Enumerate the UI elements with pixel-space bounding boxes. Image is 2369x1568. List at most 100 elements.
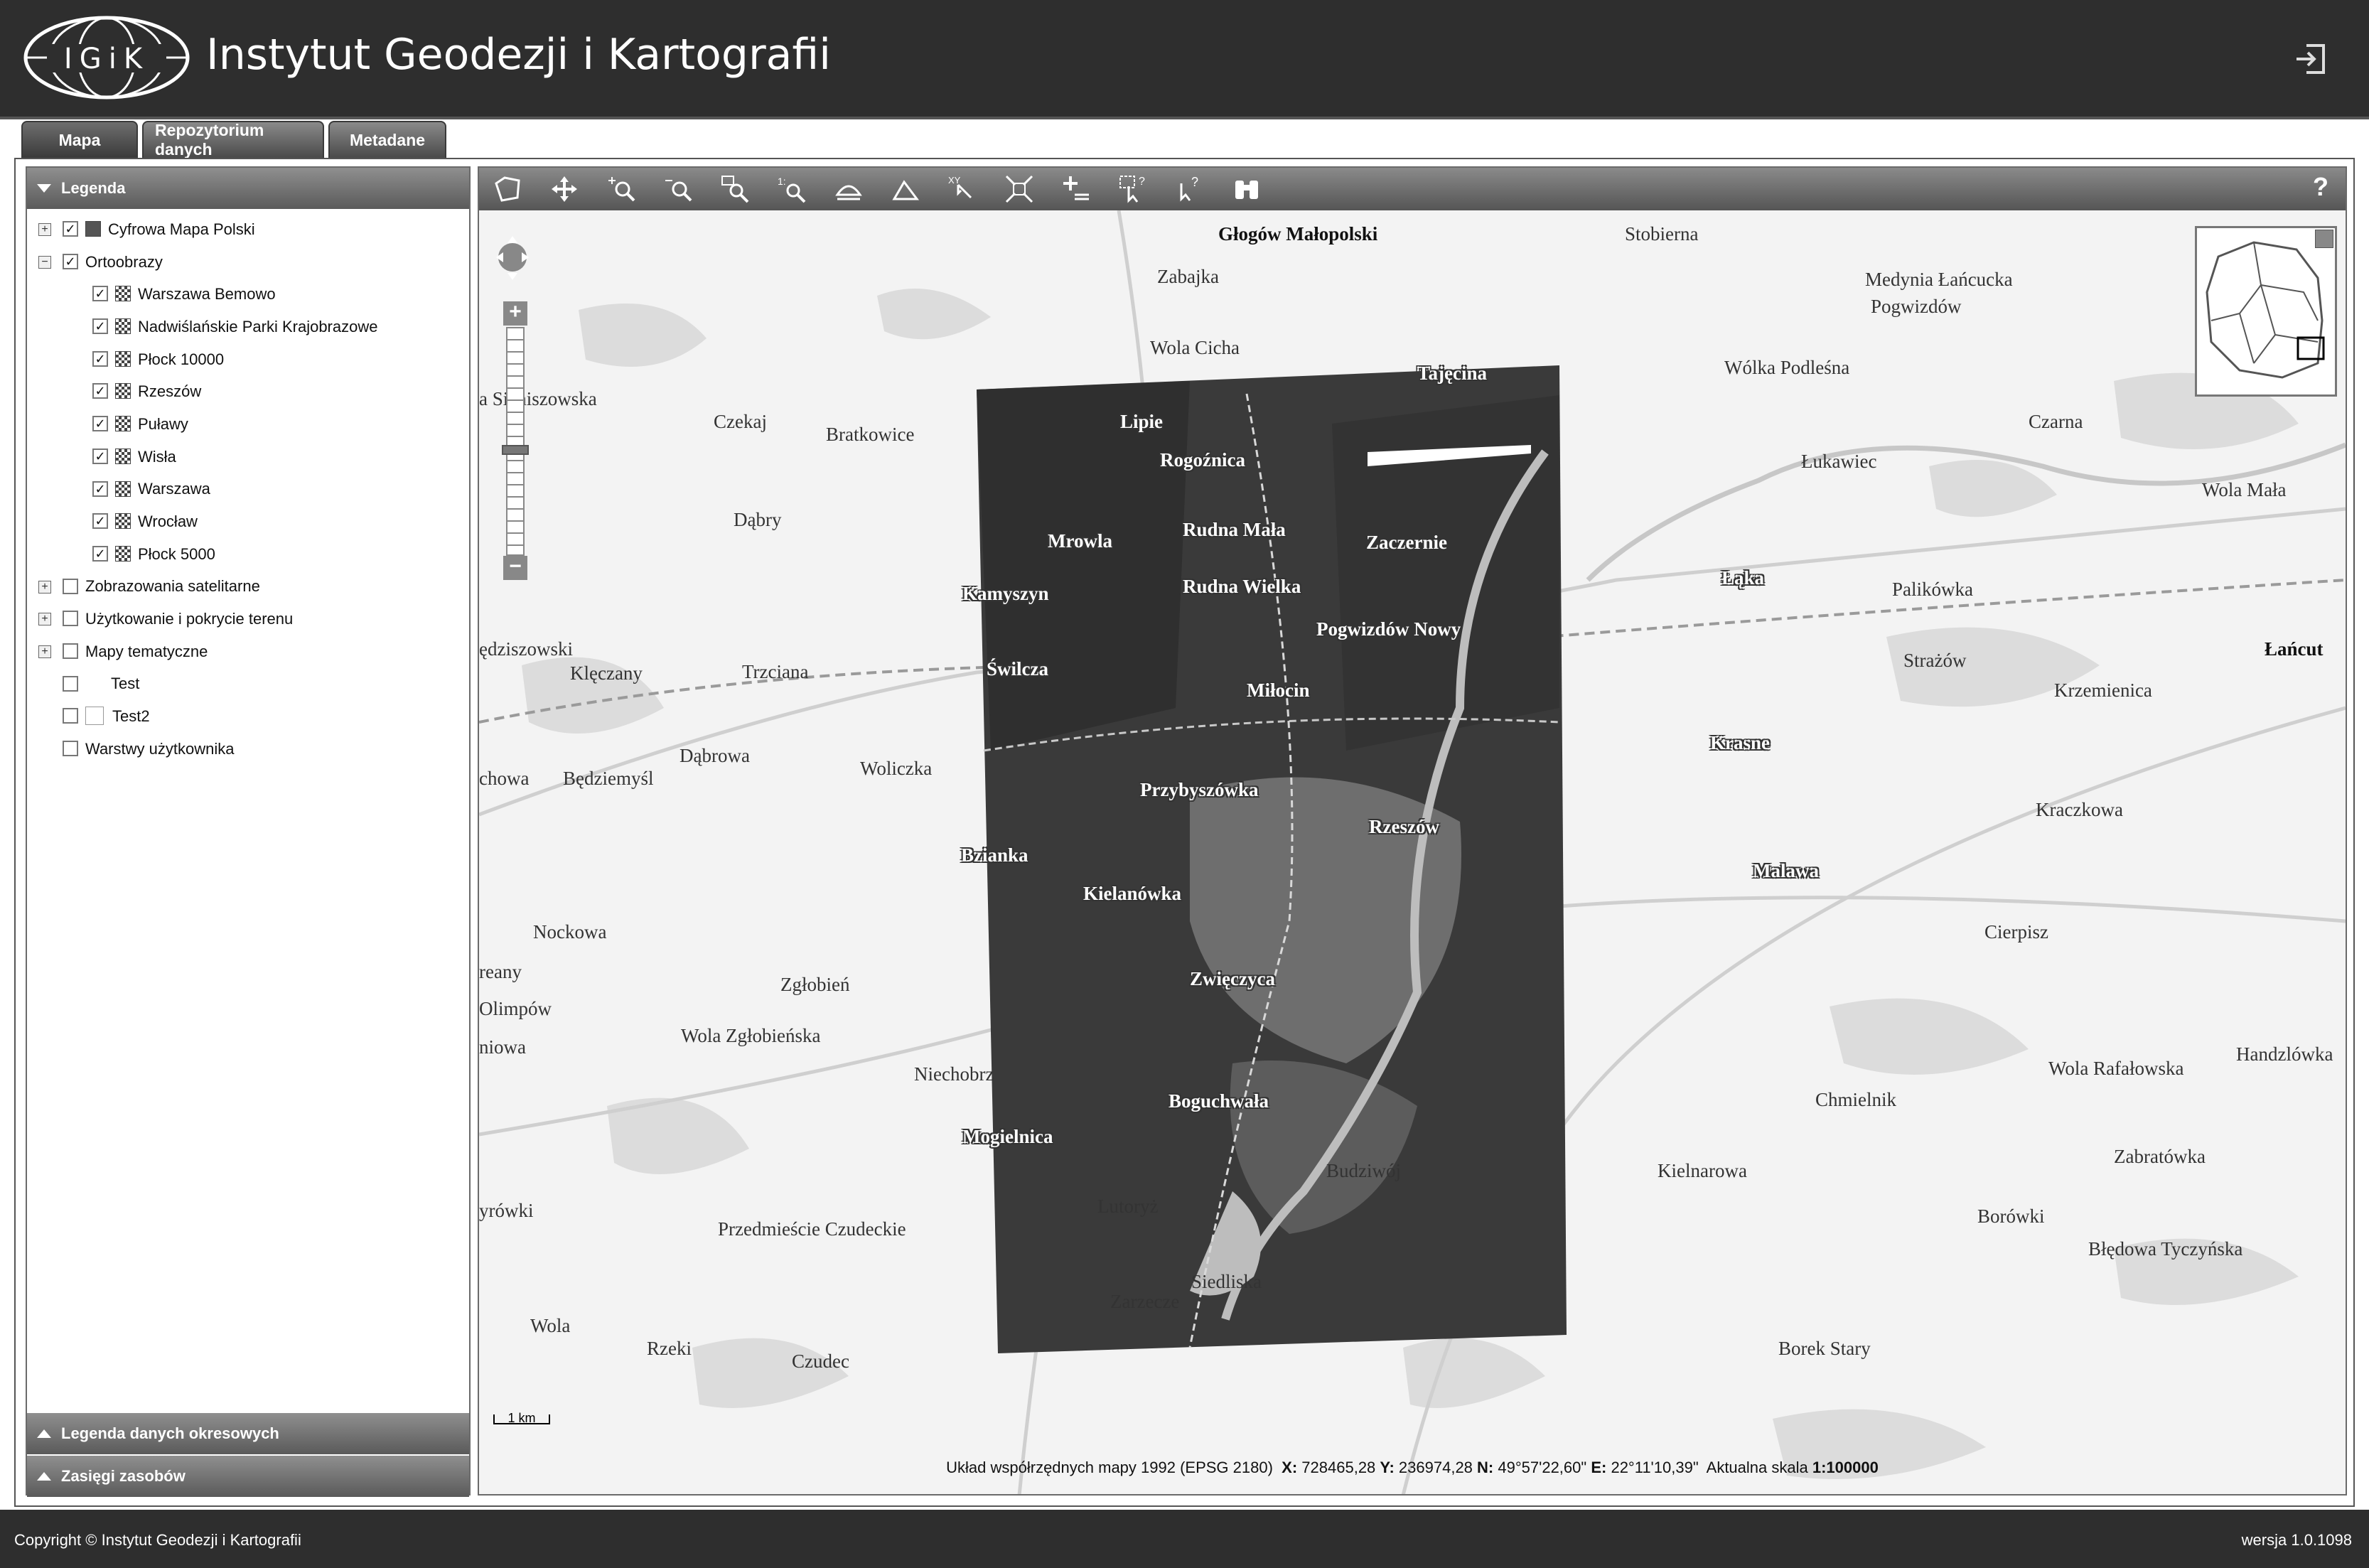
layer-checkbox[interactable] — [63, 643, 78, 659]
layer-checkbox[interactable] — [63, 675, 78, 692]
legend-row: ✓ Warszawa Bemowo — [27, 278, 469, 311]
layer-label[interactable]: Płock 10000 — [138, 350, 224, 369]
layer-label[interactable]: Zobrazowania satelitarne — [85, 577, 260, 596]
legend-row: ✓ Nadwiślańskie Parki Krajobrazowe — [27, 311, 469, 343]
layer-label[interactable]: Cyfrowa Mapa Polski — [108, 220, 255, 239]
zoom-box-tool[interactable] — [707, 169, 763, 209]
polygon-select-tool[interactable] — [479, 169, 536, 209]
layer-swatch — [115, 350, 131, 367]
layer-checkbox[interactable]: ✓ — [63, 221, 78, 237]
pan-down-icon[interactable] — [507, 273, 517, 280]
layer-label[interactable]: Warstwy użytkownika — [85, 740, 234, 758]
layer-label[interactable]: Wrocław — [138, 512, 198, 531]
y-value: 236974,28 — [1398, 1459, 1473, 1476]
logout-icon[interactable] — [2294, 43, 2326, 75]
place-label: chowa — [479, 768, 530, 789]
place-label: Siedliska — [1191, 1271, 1262, 1292]
resource-extents-header[interactable]: Zasięgi zasobów — [27, 1456, 469, 1497]
place-label: Kielnarowa — [1658, 1160, 1747, 1181]
resource-extents-title: Zasięgi zasobów — [61, 1467, 186, 1485]
place-label: Strażów — [1903, 650, 1967, 671]
place-label: Tajęcina — [1417, 363, 1488, 384]
overview-map[interactable] — [2195, 226, 2337, 397]
layer-label[interactable]: Warszawa Bemowo — [138, 285, 276, 304]
layer-label[interactable]: Płock 5000 — [138, 545, 215, 564]
tab-repozytorium-danych[interactable]: Repozytorium danych — [142, 121, 324, 159]
layer-checkbox[interactable]: ✓ — [92, 545, 108, 562]
legend-header[interactable]: Legenda — [27, 168, 469, 209]
layer-checkbox[interactable]: ✓ — [92, 286, 108, 302]
layer-label[interactable]: Test2 — [112, 707, 150, 726]
expand-layer-icon[interactable]: + — [38, 613, 51, 626]
expand-layer-icon[interactable]: + — [38, 645, 51, 658]
layer-checkbox[interactable]: ✓ — [63, 253, 78, 269]
place-label: Wola — [530, 1315, 571, 1336]
xy-coordinates-icon: XY — [948, 175, 972, 199]
place-label: Łukawiec — [1801, 451, 1877, 472]
place-label: Boguchwała — [1169, 1090, 1269, 1112]
layer-checkbox[interactable]: ✓ — [92, 350, 108, 367]
layer-label[interactable]: Użytkowanie i pokrycie terenu — [85, 610, 293, 628]
xy-coordinates-tool[interactable]: XY — [934, 169, 991, 209]
zoom-out-tool[interactable] — [650, 169, 707, 209]
layer-label[interactable]: Nadwiślańskie Parki Krajobrazowe — [138, 318, 377, 336]
layer-checkbox[interactable] — [63, 578, 78, 594]
periodic-legend-header[interactable]: Legenda danych okresowych — [27, 1413, 469, 1454]
copyright-text: Copyright © Instytut Geodezji i Kartogra… — [14, 1531, 301, 1549]
place-label: Dąbrowa — [679, 745, 750, 766]
layer-label[interactable]: Warszawa — [138, 480, 210, 498]
layer-checkbox[interactable]: ✓ — [92, 448, 108, 464]
collapse-layer-icon[interactable]: − — [38, 255, 51, 269]
tab-mapa[interactable]: Mapa — [21, 121, 138, 158]
place-label: Malawa — [1753, 860, 1819, 881]
measure-area-tool[interactable] — [820, 169, 877, 209]
layer-label[interactable]: Rzeszów — [138, 382, 201, 401]
pan-up-icon[interactable] — [507, 236, 517, 243]
svg-text:?: ? — [1191, 175, 1198, 189]
layer-swatch — [115, 480, 131, 497]
query-tool[interactable]: ? — [1161, 169, 1218, 209]
zoom-1-1-tool[interactable]: 1: — [763, 169, 820, 209]
expand-layer-icon[interactable]: + — [38, 223, 51, 236]
place-label: Mrowla — [1048, 530, 1112, 552]
tab-metadane[interactable]: Metadane — [328, 121, 446, 158]
zoom-in-tool[interactable] — [593, 169, 650, 209]
full-extent-tool[interactable] — [991, 169, 1048, 209]
place-label: Krzemienica — [2054, 680, 2152, 701]
e-label: E: — [1591, 1459, 1607, 1476]
place-label: Świlcza — [987, 658, 1048, 680]
pan-tool[interactable] — [536, 169, 593, 209]
svg-text:1:: 1: — [778, 176, 786, 187]
zoom-out-button[interactable]: − — [503, 556, 527, 580]
coordinates-status: Układ współrzędnych mapy 1992 (EPSG 2180… — [479, 1459, 2346, 1477]
layer-checkbox[interactable]: ✓ — [92, 513, 108, 530]
layer-checkbox[interactable] — [63, 708, 78, 724]
place-label: Kielanówka — [1083, 883, 1182, 904]
expand-layer-icon[interactable]: + — [38, 580, 51, 594]
help-button[interactable]: ? — [2313, 172, 2328, 202]
place-label: Medynia Łańcucka — [1865, 269, 2013, 290]
layer-checkbox[interactable] — [63, 741, 78, 756]
place-label: Zabratówka — [2114, 1146, 2206, 1167]
add-layer-tool[interactable] — [1048, 169, 1105, 209]
layer-checkbox[interactable]: ✓ — [92, 480, 108, 497]
layer-checkbox[interactable]: ✓ — [92, 318, 108, 335]
layer-checkbox[interactable]: ✓ — [92, 416, 108, 432]
search-tool[interactable] — [1218, 169, 1275, 209]
zoom-in-button[interactable]: + — [503, 301, 527, 326]
layer-label[interactable]: Test — [111, 675, 139, 693]
place-label: Rzeszów — [1369, 816, 1439, 837]
zoom-slider-handle[interactable] — [502, 445, 529, 455]
layer-label[interactable]: Ortoobrazy — [85, 253, 163, 272]
zoom-slider[interactable] — [506, 327, 525, 556]
layer-checkbox[interactable] — [63, 611, 78, 627]
layer-label[interactable]: Wisła — [138, 448, 176, 466]
measure-distance-tool[interactable] — [877, 169, 934, 209]
map-canvas[interactable]: Głogów Małopolski Stobierna Zabajka Medynia… — [479, 210, 2346, 1494]
overview-minimize-button[interactable] — [2315, 230, 2333, 248]
identify-tool[interactable]: ? — [1105, 169, 1161, 209]
crs-label: Układ współrzędnych mapy 1992 (EPSG 2180… — [946, 1459, 1273, 1476]
layer-checkbox[interactable]: ✓ — [92, 383, 108, 399]
layer-label[interactable]: Mapy tematyczne — [85, 643, 208, 661]
layer-label[interactable]: Puławy — [138, 415, 188, 434]
